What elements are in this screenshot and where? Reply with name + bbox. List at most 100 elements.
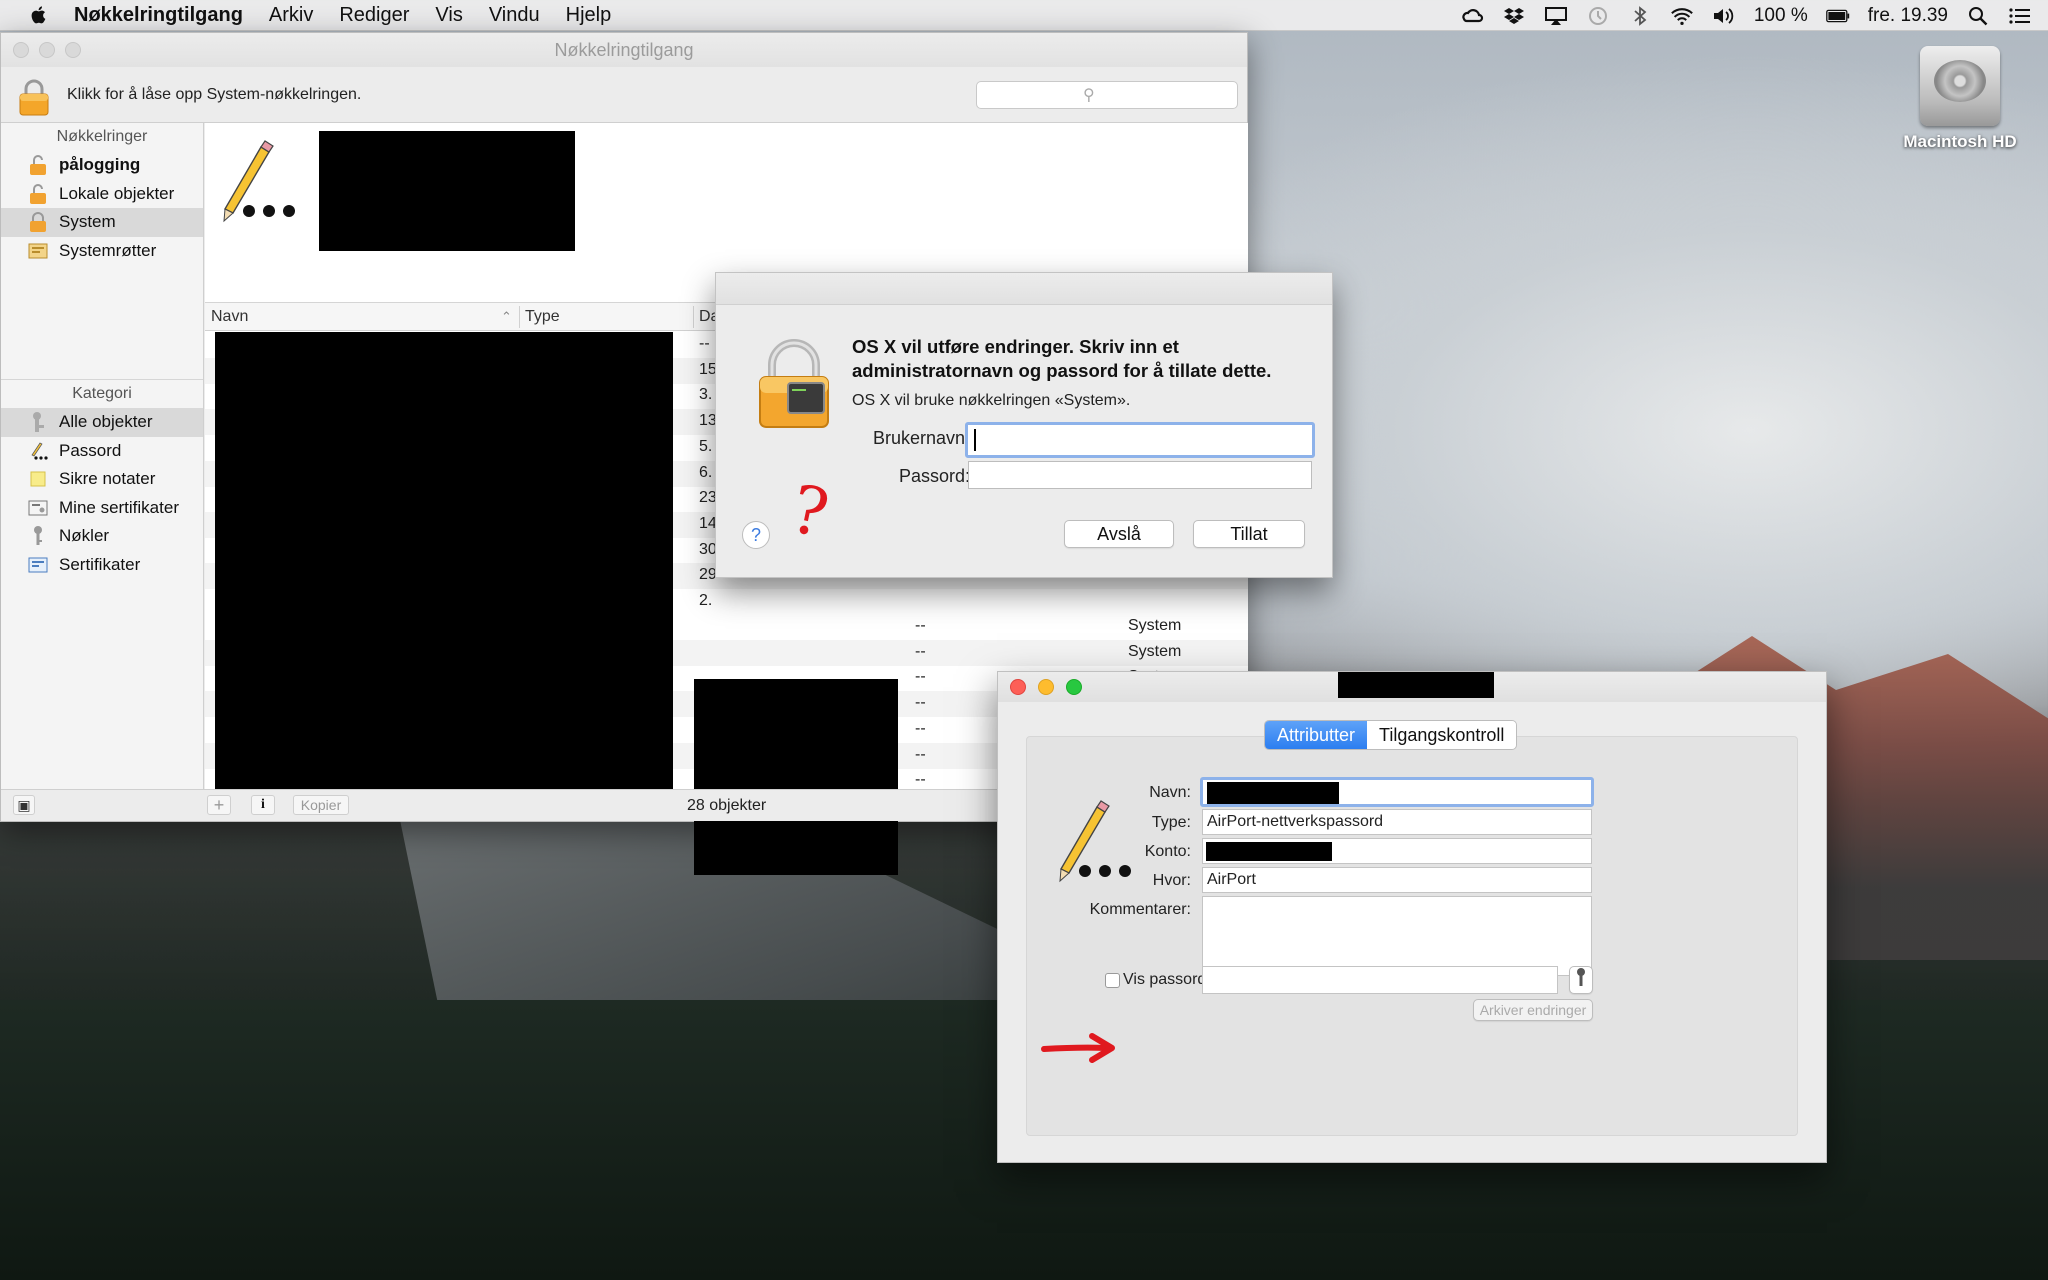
menu-clock[interactable]: fre. 19.39 [1868,5,1948,27]
comments-field[interactable] [1202,896,1592,976]
redacted-names-column [215,332,673,818]
zoom-button[interactable] [1066,679,1082,695]
tab-switcher: Attributter Tilgangskontroll [1264,720,1518,750]
keychain-label: System [59,212,116,232]
type-field[interactable]: AirPort-nettverkspassord [1202,809,1592,835]
show-password-checkbox[interactable] [1105,973,1120,988]
keychain-label: pålogging [59,155,141,175]
date-cell: -- [915,617,926,634]
minimize-button[interactable] [1038,679,1054,695]
category-header: Kategori [72,385,132,402]
airplay-icon[interactable] [1544,6,1568,26]
name-label: Navn: [1149,784,1191,801]
tab-attributes[interactable]: Attributter [1265,721,1368,749]
certificate-icon [25,554,51,576]
column-type-header[interactable]: Type [525,308,560,326]
username-field[interactable] [965,422,1315,458]
dialog-titlebar [716,273,1332,305]
info-button[interactable]: i [251,795,275,815]
password-item-icon [223,140,295,223]
battery-icon[interactable] [1825,6,1850,26]
category-label: Nøkler [59,526,110,546]
where-field[interactable]: AirPort [1202,867,1592,893]
keychain-system-roots[interactable]: Systemrøtter [1,237,203,266]
category-passwords[interactable]: Passord [1,437,203,466]
password-assistant-key-icon[interactable] [1569,966,1593,994]
close-button[interactable] [13,42,29,58]
password-pencil-icon [25,440,51,462]
keychain-login[interactable]: pålogging [1,151,203,180]
spotlight-icon[interactable] [1966,6,1990,26]
lock-icon[interactable] [17,77,51,117]
redacted-block [694,679,898,875]
keychains-header: Nøkkelringer [56,128,148,145]
toggle-sidebar-icon[interactable]: ▣ [13,795,35,815]
category-label: Sikre notater [59,469,156,489]
show-password-label[interactable]: Vis passord: [1123,971,1211,989]
date-cell: 2. [699,592,713,609]
item-attributes-window: Navn: Type: AirPort-nettverkspassord Kon… [997,671,1827,1163]
locked-keychain-icon [25,211,51,233]
name-field[interactable] [1200,777,1594,807]
keychain-local-items[interactable]: Lokale objekter [1,180,203,209]
redacted-window-title [1338,672,1494,698]
dialog-subtitle: OS X vil bruke nøkkelringen «System». [852,392,1131,409]
help-button[interactable]: ? [742,521,770,549]
allow-button[interactable]: Tillat [1193,520,1305,548]
column-name-header[interactable]: Navn [211,308,248,326]
attributes-titlebar [998,672,1826,702]
creative-cloud-icon[interactable] [1460,6,1484,26]
keychain-label: Lokale objekter [59,183,175,203]
sidebar: Nøkkelringer pålogging Lokale objekter S… [1,123,204,791]
menu-app-name[interactable]: Nøkkelringtilgang [74,4,243,27]
unlocked-keychain-icon [25,154,51,176]
type-label: Type: [1151,814,1191,831]
category-label: Mine sertifikater [59,497,179,517]
menu-vis[interactable]: Vis [435,4,462,27]
menu-arkiv[interactable]: Arkiv [269,4,313,27]
comments-label: Kommentarer: [1089,901,1191,918]
hard-disk-icon [1920,46,2000,126]
bluetooth-icon[interactable] [1628,5,1652,26]
cancel-button[interactable]: Avslå [1064,520,1174,548]
tab-access-control[interactable]: Tilgangskontroll [1367,721,1517,749]
category-label: Passord [59,440,122,460]
window-title: Nøkkelringtilgang [554,40,694,60]
save-changes-button[interactable]: Arkiver endringer [1473,999,1593,1021]
password-label: Passord: [898,466,970,486]
password-field[interactable] [1202,966,1558,994]
search-field[interactable]: ⚲ [976,81,1238,109]
dropbox-icon[interactable] [1502,6,1526,26]
menu-rediger[interactable]: Rediger [339,4,409,27]
copy-button[interactable]: Kopier [293,795,349,815]
notification-center-icon[interactable] [2008,6,2032,26]
account-field[interactable] [1202,838,1592,864]
redacted-account-value [1206,842,1332,861]
close-button[interactable] [1010,679,1026,695]
secure-note-icon [25,468,51,490]
category-keys[interactable]: Nøkler [1,522,203,551]
menu-vindu[interactable]: Vindu [489,4,540,27]
battery-percent[interactable]: 100 % [1754,5,1808,27]
apple-menu-icon[interactable] [28,4,50,26]
item-count: 28 objekter [687,797,767,814]
wifi-icon[interactable] [1670,6,1694,26]
menu-hjelp[interactable]: Hjelp [566,4,612,27]
unlocked-keychain-icon [25,183,51,205]
category-my-certificates[interactable]: Mine sertifikater [1,494,203,523]
zoom-button[interactable] [65,42,81,58]
category-all-items[interactable]: Alle objekter [1,408,203,437]
column-divider [519,306,520,328]
keychain-cell: System [1128,617,1182,634]
macintosh-hd-desktop-icon[interactable]: Macintosh HD [1890,40,2030,152]
lock-hint-text[interactable]: Klikk for å låse opp System-nøkkelringen… [67,86,361,104]
account-label: Konto: [1144,843,1191,860]
minimize-button[interactable] [39,42,55,58]
add-item-button[interactable]: + [207,795,231,815]
password-field[interactable] [968,461,1312,489]
time-machine-icon[interactable] [1586,6,1610,26]
category-certificates[interactable]: Sertifikater [1,551,203,580]
keychain-system[interactable]: System [1,208,203,237]
category-secure-notes[interactable]: Sikre notater [1,465,203,494]
volume-icon[interactable] [1712,6,1736,26]
